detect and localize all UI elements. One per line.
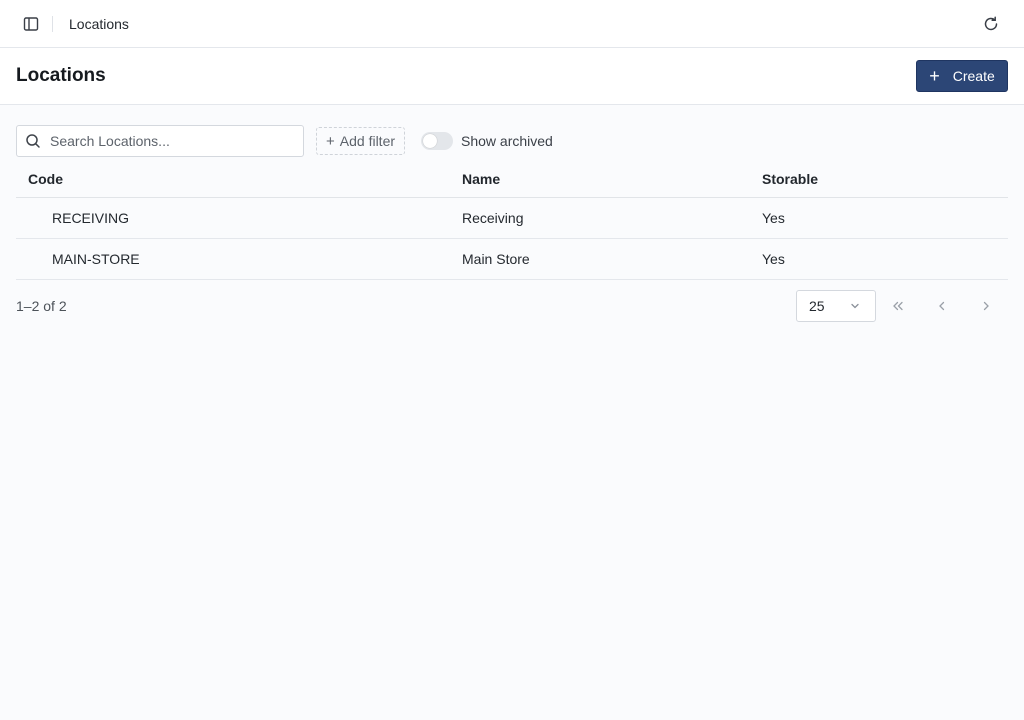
cell-storable: Yes — [762, 197, 1008, 239]
add-filter-label: Add filter — [339, 133, 396, 149]
search-icon — [26, 134, 40, 148]
chevron-left-icon — [939, 301, 945, 310]
locations-table: Code Name Storable RECEIVING Receiving Y… — [16, 161, 1008, 280]
cell-storable: Yes — [762, 238, 1008, 280]
breadcrumb[interactable]: Locations — [69, 16, 129, 32]
cell-name: Main Store — [462, 238, 762, 280]
top-bar: Locations — [0, 0, 1024, 48]
topbar-divider — [52, 15, 53, 32]
page-header: Locations + Create — [0, 48, 1024, 105]
page-size-value: 25 — [809, 297, 825, 314]
main-content: + Add filter Show archived Code Name Sto… — [0, 105, 1024, 322]
plus-icon: + — [326, 132, 335, 150]
toggle-knob — [423, 134, 438, 148]
list-toolbar: + Add filter Show archived — [16, 125, 1008, 157]
column-header-name[interactable]: Name — [462, 161, 762, 198]
table-row[interactable]: RECEIVING Receiving Yes — [16, 197, 1008, 239]
create-button[interactable]: + Create — [916, 60, 1008, 92]
show-archived-label: Show archived — [461, 133, 553, 149]
cell-code: RECEIVING — [16, 197, 462, 239]
chevron-right-icon — [983, 301, 989, 310]
search-input[interactable] — [50, 133, 280, 149]
cell-code: MAIN-STORE — [16, 238, 462, 280]
sidebar-toggle-icon[interactable] — [20, 13, 42, 35]
page-size-select[interactable]: 25 — [796, 289, 876, 322]
column-header-code[interactable]: Code — [16, 161, 462, 198]
prev-page-button[interactable] — [920, 290, 964, 322]
cell-name: Receiving — [462, 197, 762, 239]
column-header-storable[interactable]: Storable — [762, 161, 1008, 198]
first-page-button[interactable] — [876, 290, 920, 322]
page-title: Locations — [16, 65, 106, 86]
add-filter-button[interactable]: + Add filter — [316, 127, 406, 155]
chevron-down-icon — [851, 303, 859, 308]
row-count: 1–2 of 2 — [16, 297, 67, 314]
table-footer: 1–2 of 2 25 — [16, 289, 1008, 322]
next-page-button[interactable] — [964, 290, 1008, 322]
show-archived-toggle[interactable]: Show archived — [421, 132, 553, 150]
toggle-switch[interactable] — [421, 132, 454, 150]
create-button-label: Create — [952, 68, 995, 84]
plus-icon: + — [929, 66, 940, 86]
table-row[interactable]: MAIN-STORE Main Store Yes — [16, 238, 1008, 280]
search-box[interactable] — [16, 125, 304, 157]
refresh-icon[interactable] — [980, 13, 1002, 35]
table-header-row: Code Name Storable — [16, 161, 1008, 198]
chevrons-left-icon — [893, 301, 903, 310]
pagination: 25 — [796, 289, 1008, 322]
